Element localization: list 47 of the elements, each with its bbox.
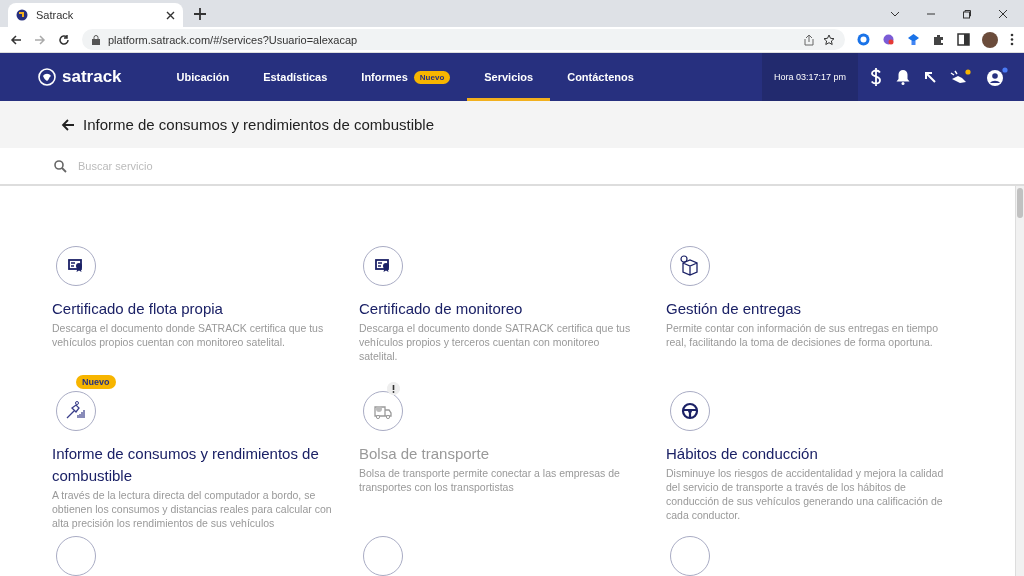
back-icon[interactable]	[10, 33, 22, 46]
nav-tab[interactable]: Estadísticas	[246, 53, 345, 101]
close-icon[interactable]	[998, 8, 1008, 19]
extension-icon[interactable]	[907, 33, 920, 46]
new-badge: Nuevo	[413, 70, 451, 84]
arrow-up-left-icon[interactable]	[924, 71, 936, 83]
service-title[interactable]: Gestión de entregas	[666, 298, 951, 320]
sidebar-icon[interactable]	[957, 33, 970, 46]
service-title[interactable]: Hábitos de conducción	[666, 443, 951, 465]
service-description: A través de la lectura directa del computador a bordo, se obtienen los consumos y distancias reales para calcular con alta precisión los rendimientos de sus vehículos	[52, 488, 332, 530]
service-description: Descarga el documento donde SATRACK certifica que tus vehículos propios cuentan con monitoreo satelital.	[52, 321, 325, 349]
puzzle-icon[interactable]	[932, 33, 945, 46]
nav-tab[interactable]: Ubicación	[159, 53, 247, 101]
share-icon[interactable]	[803, 33, 815, 46]
new-badge: Nuevo	[76, 375, 116, 389]
service-description: Disminuye los riesgos de accidentalidad y mejora la calidad del servicio de transporte a través de los hábitos de conducción de sus vehículos generando una calificación de cada conductor.	[666, 466, 945, 522]
url-text: platform.satrack.com/#/services?Usuario=alexacap	[108, 33, 359, 46]
service-title[interactable]: Certificado de flota propia	[52, 298, 337, 320]
back-arrow-icon[interactable]	[61, 117, 75, 132]
profile-avatar[interactable]	[982, 31, 998, 48]
service-description: Descarga el documento donde SATRACK certifica que tus vehículos propios y terceros cuentan con monitoreo satelital.	[359, 321, 632, 363]
service-description: Permite contar con información de sus entregas en tiempo real, facilitando la toma de decisiones de forma oportuna.	[666, 321, 939, 349]
reload-icon[interactable]	[58, 33, 70, 46]
star-icon[interactable]	[823, 33, 835, 46]
globe-icon	[16, 9, 28, 21]
extension-icon[interactable]	[857, 33, 870, 46]
nav-tab[interactable]: Contáctenos	[550, 53, 651, 101]
service-title[interactable]: Certificado de monitoreo	[359, 298, 644, 320]
more-icon[interactable]	[1010, 33, 1014, 46]
bell-icon[interactable]	[896, 69, 910, 85]
browser-tab[interactable]: Satrack	[8, 3, 183, 27]
service-description: Bolsa de transporte permite conectar a las empresas de transportes con los transportistas	[359, 466, 621, 494]
dollar-icon[interactable]	[870, 68, 882, 86]
nav-tab[interactable]: Informes Nuevo	[344, 53, 468, 101]
restore-icon[interactable]	[962, 8, 972, 19]
close-icon[interactable]	[166, 10, 175, 20]
search-icon	[54, 159, 67, 173]
account-icon[interactable]	[986, 67, 1008, 87]
address-bar[interactable]: platform.satrack.com/#/services?Usuario=alexacap	[82, 29, 845, 50]
extension-icon[interactable]	[882, 33, 895, 46]
service-title[interactable]: Informe de consumos y rendimientos de combustible	[52, 443, 337, 487]
clock-text: Hora 03:17:17 pm	[773, 72, 846, 82]
logo-icon[interactable]	[38, 68, 56, 86]
brand-name[interactable]: satrack	[62, 67, 122, 87]
lock-icon	[92, 34, 100, 45]
scrollbar[interactable]	[1015, 186, 1024, 576]
page-title: Informe de consumos y rendimientos de combustible	[83, 116, 434, 133]
